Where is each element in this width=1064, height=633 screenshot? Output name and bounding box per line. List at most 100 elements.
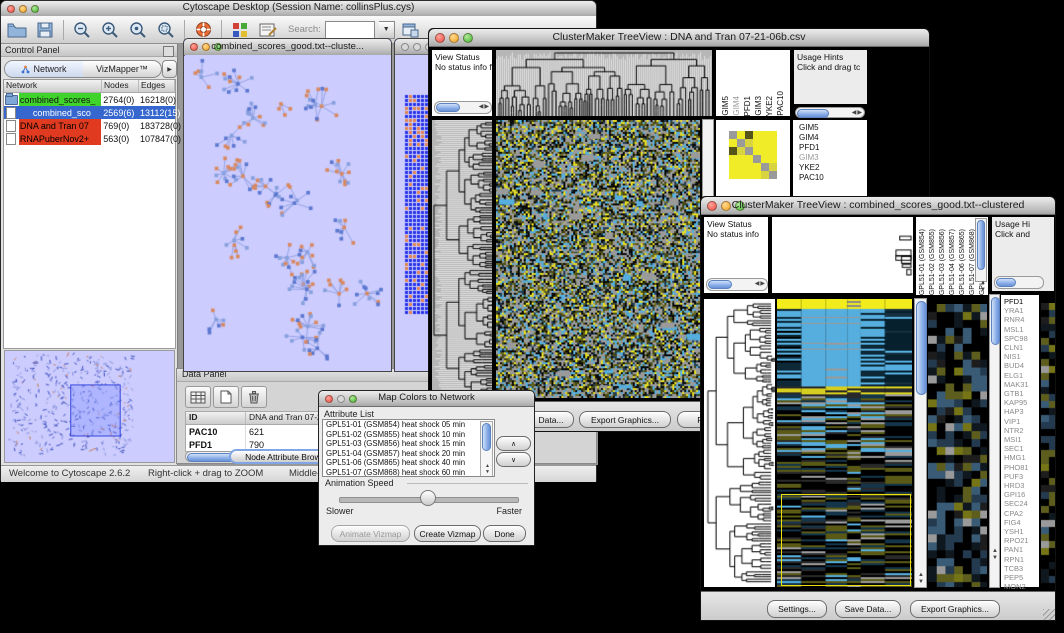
- scroll-up-icon[interactable]: ▲: [918, 572, 924, 578]
- usage-hints-hscrollbar[interactable]: [994, 276, 1044, 289]
- scroll-up-icon[interactable]: ▲: [980, 280, 986, 286]
- select-attributes-button[interactable]: [185, 386, 211, 408]
- scroll-thumb[interactable]: [436, 103, 460, 112]
- view-status-hscrollbar[interactable]: ◀▶: [706, 278, 768, 291]
- gene-label[interactable]: NTR2: [1004, 426, 1039, 435]
- gene-label[interactable]: KAP95: [1004, 398, 1039, 407]
- attribute-list-item[interactable]: GPL51-04 (GSM857) heat shock 20 min: [326, 449, 494, 459]
- search-dropdown-arrow[interactable]: ▼: [379, 21, 395, 39]
- minimize-icon[interactable]: [413, 43, 421, 51]
- gene-label[interactable]: VIP1: [1004, 417, 1039, 426]
- gene-label[interactable]: TCB3: [1004, 564, 1039, 573]
- scroll-thumb[interactable]: [708, 280, 732, 289]
- col-network[interactable]: Network: [4, 80, 102, 92]
- scroll-down-icon[interactable]: ▼: [992, 555, 998, 561]
- view-status-hscrollbar[interactable]: ◀▶: [434, 101, 492, 114]
- float-panel-icon[interactable]: [163, 46, 174, 57]
- done-button[interactable]: Done: [483, 525, 526, 542]
- gene-label[interactable]: CLN1: [1004, 343, 1039, 352]
- gene-label[interactable]: HMG1: [1004, 453, 1039, 462]
- speed-slider-thumb[interactable]: [420, 490, 436, 506]
- dialog-titlebar[interactable]: Map Colors to Network: [319, 391, 534, 407]
- zoom-heatmap[interactable]: [927, 303, 988, 588]
- scroll-thumb[interactable]: [797, 109, 829, 118]
- gene-label[interactable]: GIM5: [799, 123, 867, 133]
- scroll-right-icon[interactable]: ▶: [484, 104, 489, 110]
- network-row[interactable]: DNA and Tran 07 769(0) 183728(0): [4, 119, 175, 132]
- attribute-list-item[interactable]: GPL51-01 (GSM854) heat shock 05 min: [326, 420, 494, 430]
- gene-label[interactable]: FIG4: [1004, 518, 1039, 527]
- row-dendrogram[interactable]: [703, 298, 776, 588]
- export-graphics-button[interactable]: Export Graphics...: [579, 411, 671, 428]
- col-edges[interactable]: Edges: [139, 80, 175, 92]
- gene-label[interactable]: RNR4: [1004, 315, 1039, 324]
- scroll-thumb[interactable]: [482, 423, 491, 451]
- gene-label[interactable]: SPC98: [1004, 334, 1039, 343]
- gene-label[interactable]: RPO21: [1004, 536, 1039, 545]
- attribute-list-item[interactable]: GPL51-07 (GSM868) heat shock 60 min: [326, 468, 494, 477]
- close-icon[interactable]: [401, 43, 409, 51]
- correlation-matrix[interactable]: [729, 131, 777, 179]
- create-vizmap-button[interactable]: Create Vizmap: [414, 525, 481, 542]
- gene-label[interactable]: PEP5: [1004, 573, 1039, 582]
- usage-hints-hscrollbar[interactable]: ◀▶: [795, 107, 865, 118]
- gene-label[interactable]: PAC10: [799, 173, 867, 183]
- new-attribute-button[interactable]: [213, 386, 239, 408]
- main-titlebar[interactable]: Cytoscape Desktop (Session Name: collins…: [1, 1, 596, 17]
- open-session-button[interactable]: [5, 19, 29, 41]
- gene-label[interactable]: GIM4: [799, 133, 867, 143]
- gene-label[interactable]: YRA1: [1004, 306, 1039, 315]
- settings-button[interactable]: Settings...: [767, 600, 827, 618]
- scroll-down-icon[interactable]: ▼: [485, 470, 490, 475]
- row-dendrogram[interactable]: [431, 119, 493, 399]
- gene-label[interactable]: PHO81: [1004, 463, 1039, 472]
- gene-label[interactable]: SEC24: [1004, 499, 1039, 508]
- gene-label[interactable]: PFD1: [799, 143, 867, 153]
- save-session-button[interactable]: [33, 19, 57, 41]
- zoom-out-button[interactable]: [70, 19, 94, 41]
- gene-label[interactable]: YSH1: [1004, 527, 1039, 536]
- scroll-right-icon[interactable]: ▶: [760, 281, 765, 287]
- animate-vizmap-button[interactable]: Animate Vizmap: [331, 525, 410, 542]
- gene-label[interactable]: NIS1: [1004, 352, 1039, 361]
- attribute-list-item[interactable]: GPL51-03 (GSM856) heat shock 15 min: [326, 439, 494, 449]
- gene-label[interactable]: MSI1: [1004, 435, 1039, 444]
- column-dendrogram[interactable]: [495, 49, 713, 117]
- tabs-overflow-button[interactable]: ▶: [162, 60, 177, 78]
- zoom-selected-button[interactable]: [126, 19, 150, 41]
- search-input[interactable]: [325, 21, 375, 39]
- scroll-left-icon[interactable]: ◀: [852, 110, 857, 116]
- network-row[interactable]: combined_scores_ 2764(0) 16218(0): [4, 93, 175, 106]
- gene-label[interactable]: HRD3: [1004, 481, 1039, 490]
- zoom-fit-button[interactable]: [154, 19, 178, 41]
- zoom-in-button[interactable]: [98, 19, 122, 41]
- gene-label[interactable]: YKE2: [799, 163, 867, 173]
- col-id[interactable]: ID: [186, 412, 246, 424]
- gene-label[interactable]: GPI16: [1004, 490, 1039, 499]
- attribute-list-item[interactable]: GPL51-02 (GSM855) heat shock 10 min: [326, 430, 494, 440]
- scroll-thumb[interactable]: [991, 297, 1000, 345]
- netwin1-titlebar[interactable]: combined_scores_good.txt--cluste...: [184, 39, 391, 56]
- scroll-left-icon[interactable]: ◀: [755, 281, 760, 287]
- gene-label[interactable]: GTB1: [1004, 389, 1039, 398]
- scroll-down-icon[interactable]: ▼: [918, 579, 924, 585]
- treeview1-titlebar[interactable]: ClusterMaker TreeView : DNA and Tran 07-…: [429, 29, 929, 47]
- gene-label[interactable]: RPN1: [1004, 555, 1039, 564]
- gene-label[interactable]: CPA2: [1004, 509, 1039, 518]
- save-data-button[interactable]: Save Data...: [835, 600, 901, 618]
- export-graphics-button[interactable]: Export Graphics...: [910, 600, 1000, 618]
- scroll-right-icon[interactable]: ▶: [857, 110, 862, 116]
- network-row[interactable]: RNAPuberNov2+ 563(0) 107847(0): [4, 132, 175, 145]
- move-up-button[interactable]: ∧: [496, 436, 531, 451]
- labels-vscrollbar[interactable]: [975, 218, 987, 282]
- tab-network[interactable]: Network: [5, 61, 83, 77]
- gene-label[interactable]: GIM3: [799, 153, 867, 163]
- gene-label[interactable]: SEC1: [1004, 444, 1039, 453]
- attribute-list-item[interactable]: GPL51-06 (GSM865) heat shock 40 min: [326, 458, 494, 468]
- scroll-thumb[interactable]: [977, 220, 985, 270]
- column-dendrogram[interactable]: [771, 216, 914, 294]
- network-canvas-dense[interactable]: [404, 93, 429, 317]
- scroll-thumb[interactable]: [996, 278, 1016, 287]
- delete-attribute-button[interactable]: [241, 386, 267, 408]
- gene-label[interactable]: HAP3: [1004, 407, 1039, 416]
